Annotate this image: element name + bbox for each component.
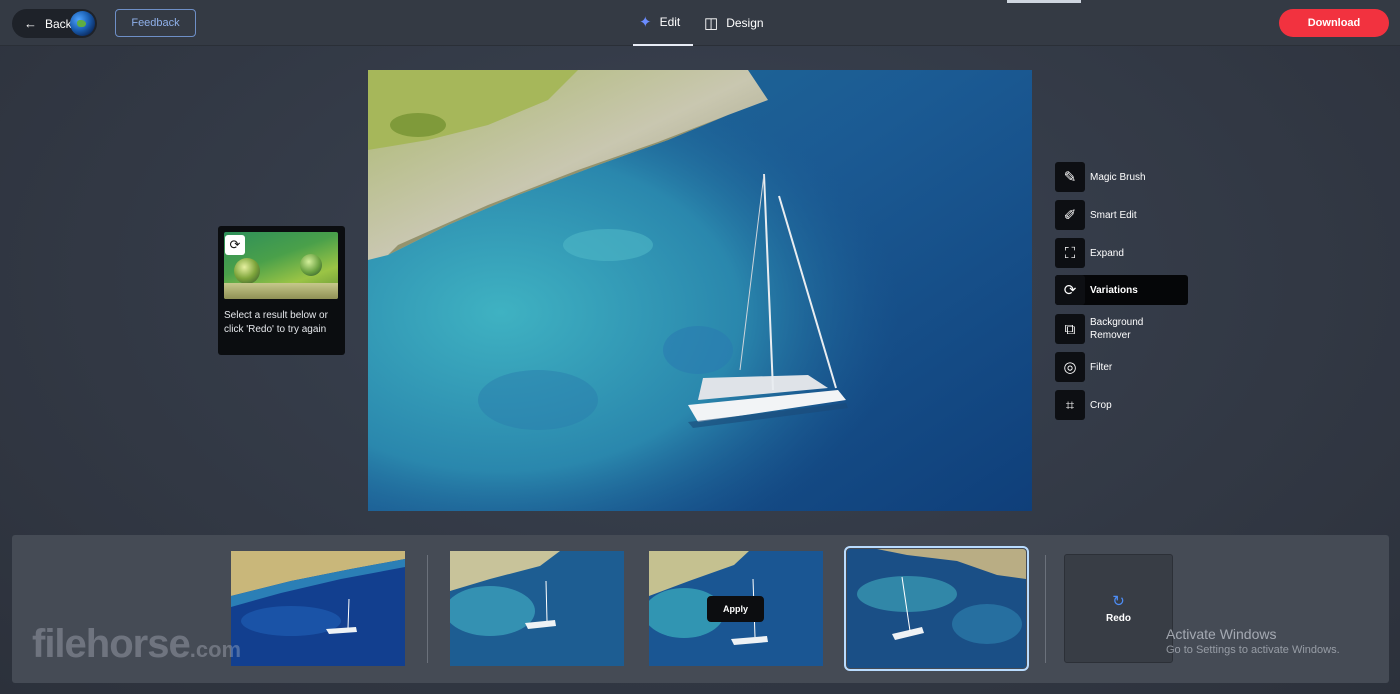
background-remover-icon: ⧉ [1055, 314, 1085, 344]
activate-title: Activate Windows [1166, 626, 1277, 642]
tool-filter[interactable]: ◎ Filter [1055, 352, 1188, 382]
redo-button[interactable]: ↻ Redo [1064, 554, 1173, 663]
apply-button[interactable]: Apply [707, 596, 764, 622]
tab-design[interactable]: ◫ Design [704, 0, 766, 46]
magic-brush-icon: ✎ [1055, 162, 1085, 192]
sparkle-icon: ✦ [639, 14, 652, 31]
tool-variations[interactable]: ⟳ Variations [1055, 275, 1188, 305]
feedback-button[interactable]: Feedback [115, 9, 196, 37]
tab-edit-label: Edit [659, 15, 681, 29]
top-bar: ← Back Feedback ✦ Edit ◫ Design Download [0, 0, 1400, 46]
crop-icon: ⌗ [1055, 390, 1085, 420]
tool-smart-edit[interactable]: ✐ Smart Edit [1055, 200, 1188, 230]
back-label: Back [45, 16, 72, 31]
redo-icon: ↻ [1112, 592, 1125, 610]
result-thumbnail-3[interactable]: Apply [649, 551, 823, 666]
tool-crop[interactable]: ⌗ Crop [1055, 390, 1188, 420]
tab-edit[interactable]: ✦ Edit [633, 0, 693, 46]
filter-icon: ◎ [1055, 352, 1085, 382]
download-button[interactable]: Download [1279, 9, 1389, 37]
activate-subtitle: Go to Settings to activate Windows. [1166, 644, 1340, 656]
divider [427, 555, 428, 663]
main-canvas-image[interactable] [368, 70, 1032, 511]
tool-magic-brush[interactable]: ✎ Magic Brush [1055, 162, 1188, 192]
result-thumbnail-2[interactable] [450, 551, 624, 666]
variations-icon: ⟳ [1055, 275, 1085, 305]
top-tab-stub [1007, 0, 1081, 3]
result-thumbnail-1[interactable] [231, 551, 405, 666]
tab-design-label: Design [726, 16, 764, 30]
layout-icon: ◫ [704, 15, 719, 32]
arrow-left-icon: ← [24, 16, 37, 31]
back-button[interactable]: ← Back [12, 9, 97, 38]
expand-icon: ⛶ [1055, 238, 1085, 268]
refresh-icon[interactable]: ⟳ [225, 235, 245, 255]
result-thumbnail-4-selected[interactable] [844, 546, 1029, 671]
divider [1045, 555, 1046, 663]
variation-preview-card: ⟳ Select a result below or click 'Redo' … [218, 226, 345, 355]
smart-edit-icon: ✐ [1055, 200, 1085, 230]
tool-background-remover[interactable]: ⧉ Background Remover [1055, 314, 1188, 344]
filehorse-watermark: filehorse.com [32, 622, 242, 666]
tool-expand[interactable]: ⛶ Expand [1055, 238, 1188, 268]
globe-icon [70, 11, 95, 36]
activate-windows-notice: Activate Windows Go to Settings to activ… [1166, 626, 1366, 656]
variation-note: Select a result below or click 'Redo' to… [224, 310, 328, 335]
